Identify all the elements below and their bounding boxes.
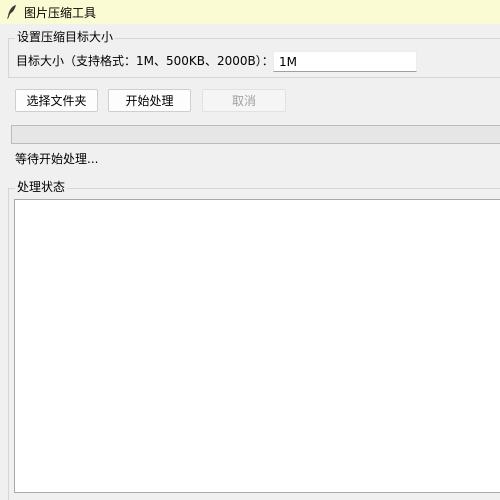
app-window: 图片压缩工具 设置压缩目标大小 目标大小（支持格式：1M、500KB、2000B… <box>0 0 500 500</box>
start-processing-button[interactable]: 开始处理 <box>108 89 191 112</box>
status-log-area[interactable] <box>14 199 500 493</box>
target-size-label: 目标大小（支持格式：1M、500KB、2000B）： <box>16 54 274 68</box>
status-group-legend: 处理状态 <box>15 180 68 194</box>
status-text: 等待开始处理... <box>15 152 99 166</box>
target-size-group-legend: 设置压缩目标大小 <box>15 30 116 44</box>
title-bar[interactable]: 图片压缩工具 <box>0 0 500 24</box>
window-title: 图片压缩工具 <box>24 5 97 20</box>
cancel-button: 取消 <box>202 89 286 112</box>
target-size-input[interactable] <box>273 51 417 72</box>
feather-icon <box>5 4 19 20</box>
progress-bar <box>11 125 500 144</box>
select-folder-button[interactable]: 选择文件夹 <box>15 89 98 112</box>
